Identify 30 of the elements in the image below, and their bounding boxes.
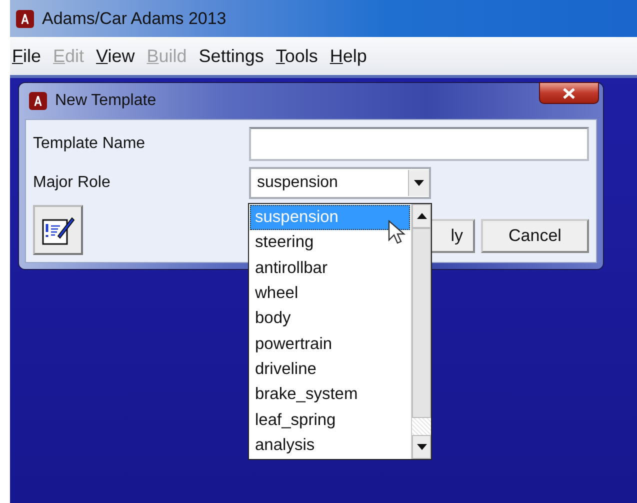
scrollbar[interactable] (411, 204, 431, 459)
mouse-cursor (388, 220, 408, 246)
notes-button[interactable] (33, 205, 83, 255)
dropdown-option[interactable]: wheel (250, 280, 410, 306)
caret-icon (414, 180, 424, 186)
menu-item[interactable]: Settings (198, 46, 264, 66)
dropdown-option[interactable]: leaf_spring (250, 407, 410, 433)
dropdown-option[interactable]: powertrain (250, 331, 410, 357)
app-icon (29, 92, 47, 110)
dropdown-option[interactable]: antirollbar (250, 256, 410, 281)
close-button[interactable] (539, 82, 599, 104)
dialog-title: New Template (55, 92, 156, 110)
menu-item[interactable]: Tools (276, 46, 318, 66)
dropdown-option[interactable]: analysis (250, 432, 410, 458)
field-label: Major Role (33, 174, 112, 192)
up-arrow-icon (416, 213, 426, 219)
template-name-field[interactable] (249, 127, 589, 161)
dropdown-option[interactable]: body (250, 306, 410, 332)
close-icon (563, 88, 575, 98)
menu-item[interactable]: File (12, 46, 42, 66)
down-arrow-icon (416, 444, 426, 450)
menu-item[interactable]: View (96, 46, 135, 66)
field-label: Template Name (33, 135, 146, 153)
cancel-button[interactable]: Cancel (481, 219, 589, 253)
dropdown-option[interactable]: driveline (250, 356, 410, 382)
dropdown-option[interactable]: brake_system (250, 382, 410, 408)
app-icon (16, 10, 34, 28)
window-title: Adams/Car Adams 2013 (42, 8, 226, 28)
menu-item[interactable]: Help (330, 46, 367, 66)
major-role-dropdown[interactable]: suspension (249, 167, 431, 199)
